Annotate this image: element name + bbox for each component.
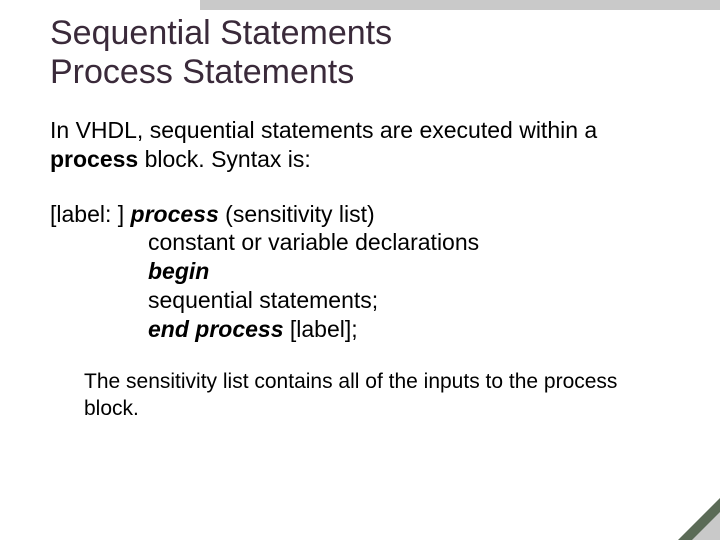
footnote: The sensitivity list contains all of the… bbox=[84, 369, 670, 422]
slide-title: Sequential Statements Process Statements bbox=[50, 14, 670, 92]
title-line-1: Sequential Statements bbox=[50, 14, 392, 52]
syntax-line-4: sequential statements; bbox=[50, 286, 670, 315]
slide-body: In VHDL, sequential statements are execu… bbox=[50, 116, 670, 422]
title-line-2: Process Statements bbox=[50, 53, 354, 91]
syntax-line-5-post: [label]; bbox=[284, 316, 358, 342]
syntax-line-3-keyword: begin bbox=[148, 258, 209, 284]
syntax-line-1-keyword: process bbox=[131, 201, 219, 227]
syntax-line-1: [label: ] process (sensitivity list) bbox=[50, 200, 670, 229]
intro-paragraph: In VHDL, sequential statements are execu… bbox=[50, 116, 670, 174]
slide: Sequential Statements Process Statements… bbox=[0, 0, 720, 540]
corner-triangle-inner bbox=[692, 512, 720, 540]
syntax-line-1-post: (sensitivity list) bbox=[219, 201, 375, 227]
syntax-block: [label: ] process (sensitivity list) con… bbox=[50, 200, 670, 344]
syntax-line-1-pre: [label: ] bbox=[50, 201, 131, 227]
intro-text-2: block. Syntax is: bbox=[138, 146, 311, 172]
syntax-line-3: begin bbox=[50, 257, 670, 286]
syntax-line-5: end process [label]; bbox=[50, 315, 670, 344]
intro-bold: process bbox=[50, 146, 138, 172]
syntax-line-2: constant or variable declarations bbox=[50, 228, 670, 257]
syntax-line-5-keyword: end process bbox=[148, 316, 284, 342]
intro-text-1: In VHDL, sequential statements are execu… bbox=[50, 117, 597, 143]
top-decoration-bar bbox=[200, 0, 720, 10]
